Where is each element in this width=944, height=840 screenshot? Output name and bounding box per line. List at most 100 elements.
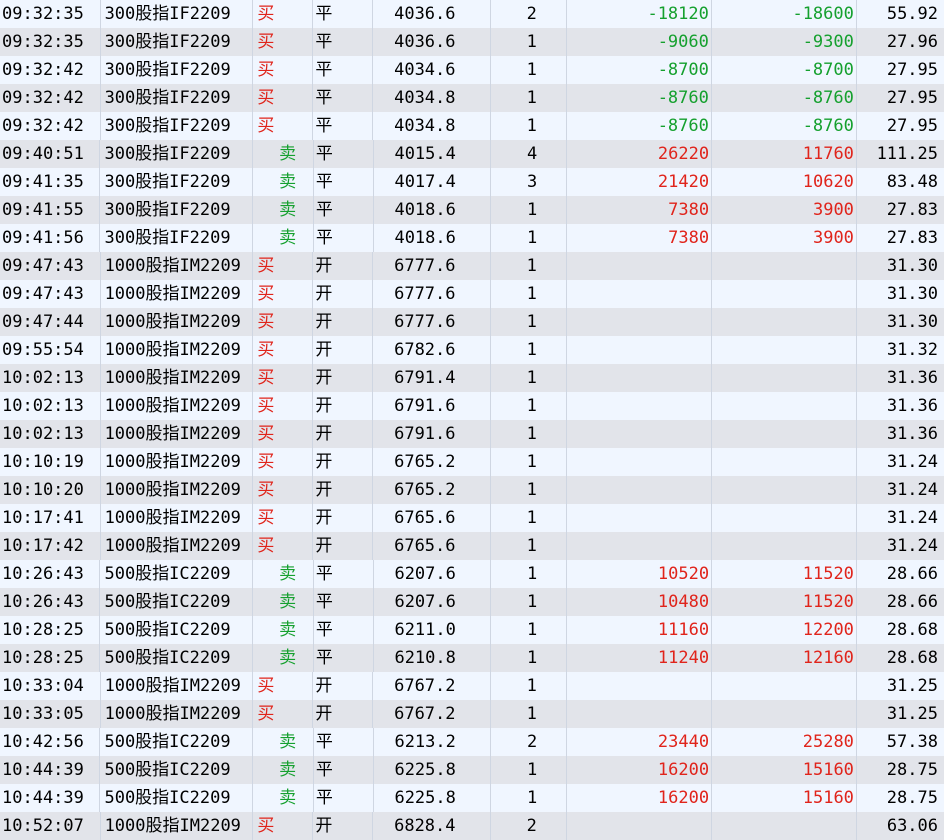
table-row[interactable]: 10:17:41 1000股指IM2209 买开 6765.6 1 31.24	[0, 504, 944, 532]
close-pnl-by-trade-cell: -9060	[567, 28, 712, 56]
close-pnl-by-date-cell	[712, 504, 857, 532]
table-row[interactable]: 09:47:44 1000股指IM2209 买开 6777.6 1 31.30	[0, 308, 944, 336]
table-row[interactable]: 09:32:35 300股指IF2209 买平 4036.6 2 -18120 -18600…	[0, 0, 944, 28]
open-close-cell: 开	[313, 812, 374, 840]
close-pnl-by-date-cell: -8760	[712, 112, 857, 140]
trade-time-cell: 09:32:42	[0, 112, 101, 140]
commission-cell: 55.92	[886, 4, 939, 24]
table-row[interactable]: 09:41:35 300股指IF2209 卖平 4017.4 3 21420 10620 83…	[0, 168, 944, 196]
table-row[interactable]: 10:26:43 500股指IC2209 卖平 6207.6 1 10480 11520 28…	[0, 588, 944, 616]
open-close-cell: 开	[313, 672, 374, 700]
commission-cell: 27.83	[886, 200, 938, 220]
close-pnl-by-date-cell	[712, 672, 857, 700]
buy-sell-cell: 买	[253, 252, 314, 280]
buy-sell-cell: 卖	[253, 140, 314, 168]
trade-time-cell: 10:26:43	[0, 588, 101, 616]
close-pnl-by-date-cell: -8700	[712, 56, 857, 84]
table-row[interactable]: 10:02:13 1000股指IM2209 买开 6791.6 1 31.36	[0, 392, 944, 420]
close-pnl-by-trade-cell	[567, 812, 712, 840]
contract-name-cell: 1000股指IM2209	[101, 532, 254, 560]
table-row[interactable]: 10:26:43 500股指IC2209 卖平 6207.6 1 10520 11520 28…	[0, 560, 944, 588]
trade-quantity-cell: 1	[491, 448, 567, 476]
table-row[interactable]: 10:52:07 1000股指IM2209 买开 6828.4 2 63.06	[0, 812, 944, 840]
table-row[interactable]: 09:32:42 300股指IF2209 买平 4034.8 1 -8760 -8760 27…	[0, 112, 944, 140]
buy-sell-cell: 卖	[253, 784, 314, 812]
contract-name-cell: 1000股指IM2209	[101, 364, 254, 392]
close-pnl-by-trade-cell: 16200	[567, 784, 713, 812]
open-close-cell: 平	[314, 756, 374, 784]
table-row[interactable]: 09:41:56 300股指IF2209 卖平 4018.6 1 7380 3900 27.8…	[0, 224, 944, 252]
commission-cell: 31.36	[886, 424, 939, 444]
buy-sell-cell: 买	[253, 504, 314, 532]
trade-quantity-cell: 1	[491, 756, 568, 784]
table-row[interactable]: 09:32:42 300股指IF2209 买平 4034.6 1 -8700 -8700 27…	[0, 56, 944, 84]
trade-time-cell: 10:33:05	[0, 700, 101, 728]
table-row[interactable]: 09:47:43 1000股指IM2209 买开 6777.6 1 31.30	[0, 280, 944, 308]
table-row[interactable]: 09:32:42 300股指IF2209 买平 4034.8 1 -8760 -8760 27…	[0, 84, 944, 112]
table-row[interactable]: 10:28:25 500股指IC2209 卖平 6211.0 1 11160 12200 28…	[0, 616, 944, 644]
commission-cell: 27.83	[886, 228, 938, 248]
close-pnl-by-trade-cell: 16200	[567, 756, 713, 784]
close-pnl-by-date-cell: -9300	[712, 28, 857, 56]
trade-time-cell: 09:47:43	[0, 280, 101, 308]
table-row[interactable]: 10:02:13 1000股指IM2209 买开 6791.6 1 31.36	[0, 420, 944, 448]
table-row[interactable]: 09:40:51 300股指IF2209 卖平 4015.4 4 26220 11760 11…	[0, 140, 944, 168]
close-pnl-by-trade-cell	[567, 532, 712, 560]
table-row[interactable]: 10:10:20 1000股指IM2209 买开 6765.2 1 31.24	[0, 476, 944, 504]
trade-quantity-cell: 1	[491, 476, 567, 504]
trade-quantity-cell: 1	[491, 336, 567, 364]
trade-quantity-cell: 1	[491, 56, 567, 84]
trade-quantity-cell: 1	[491, 196, 568, 224]
commission-cell: 31.24	[886, 452, 939, 472]
open-close-cell: 开	[313, 448, 374, 476]
buy-sell-cell: 卖	[253, 224, 314, 252]
table-row[interactable]: 09:47:43 1000股指IM2209 买开 6777.6 1 31.30	[0, 252, 944, 280]
contract-name-cell: 1000股指IM2209	[101, 336, 254, 364]
trade-price-cell: 4034.8	[373, 112, 491, 140]
close-pnl-by-trade-cell: 21420	[567, 168, 713, 196]
trade-price-cell: 6777.6	[373, 252, 491, 280]
commission-cell: 27.95	[886, 88, 939, 108]
trade-price-cell: 6210.8	[374, 644, 491, 672]
commission-cell: 28.66	[886, 564, 938, 584]
buy-sell-cell: 买	[253, 308, 314, 336]
table-row[interactable]: 10:33:04 1000股指IM2209 买开 6767.2 1 31.25	[0, 672, 944, 700]
trade-time-cell: 09:41:56	[0, 224, 101, 252]
table-row[interactable]: 10:17:42 1000股指IM2209 买开 6765.6 1 31.24	[0, 532, 944, 560]
table-row[interactable]: 09:32:35 300股指IF2209 买平 4036.6 1 -9060 -9300 27…	[0, 28, 944, 56]
commission-cell: 31.30	[886, 312, 939, 332]
table-row[interactable]: 10:33:05 1000股指IM2209 买开 6767.2 1 31.25	[0, 700, 944, 728]
trade-quantity-cell: 1	[491, 28, 567, 56]
table-row[interactable]: 10:44:39 500股指IC2209 卖平 6225.8 1 16200 15160 28…	[0, 756, 944, 784]
trade-quantity-cell: 1	[491, 532, 567, 560]
contract-name-cell: 300股指IF2209	[100, 140, 254, 168]
table-row[interactable]: 10:42:56 500股指IC2209 卖平 6213.2 2 23440 25280 57…	[0, 728, 944, 756]
close-pnl-by-date-cell: 11520	[712, 588, 857, 616]
trade-price-cell: 6828.4	[373, 812, 491, 840]
close-pnl-by-date-cell: 25280	[712, 728, 857, 756]
close-pnl-by-trade-cell: 10480	[567, 588, 713, 616]
open-close-cell: 平	[314, 588, 374, 616]
trade-time-cell: 10:10:20	[0, 476, 101, 504]
trade-price-cell: 6767.2	[373, 672, 491, 700]
commission-cell: 31.24	[886, 536, 939, 556]
trade-time-cell: 09:32:35	[0, 28, 101, 56]
close-pnl-by-date-cell	[712, 252, 857, 280]
contract-name-cell: 1000股指IM2209	[101, 308, 254, 336]
table-row[interactable]: 09:41:55 300股指IF2209 卖平 4018.6 1 7380 3900 27.8…	[0, 196, 944, 224]
buy-sell-cell: 买	[253, 700, 314, 728]
commission-cell: 31.30	[886, 284, 939, 304]
close-pnl-by-trade-cell: 11240	[567, 644, 713, 672]
close-pnl-by-date-cell: -8760	[712, 84, 857, 112]
trade-time-cell: 10:10:19	[0, 448, 101, 476]
close-pnl-by-date-cell	[712, 364, 857, 392]
table-row[interactable]: 10:28:25 500股指IC2209 卖平 6210.8 1 11240 12160 28…	[0, 644, 944, 672]
buy-sell-cell: 买	[253, 476, 314, 504]
table-row[interactable]: 09:55:54 1000股指IM2209 买开 6782.6 1 31.32	[0, 336, 944, 364]
buy-sell-cell: 买	[253, 420, 314, 448]
table-row[interactable]: 10:02:13 1000股指IM2209 买开 6791.4 1 31.36	[0, 364, 944, 392]
table-row[interactable]: 10:10:19 1000股指IM2209 买开 6765.2 1 31.24	[0, 448, 944, 476]
table-row[interactable]: 10:44:39 500股指IC2209 卖平 6225.8 1 16200 15160 28…	[0, 784, 944, 812]
close-pnl-by-date-cell	[712, 336, 857, 364]
commission-cell: 57.38	[886, 732, 938, 752]
